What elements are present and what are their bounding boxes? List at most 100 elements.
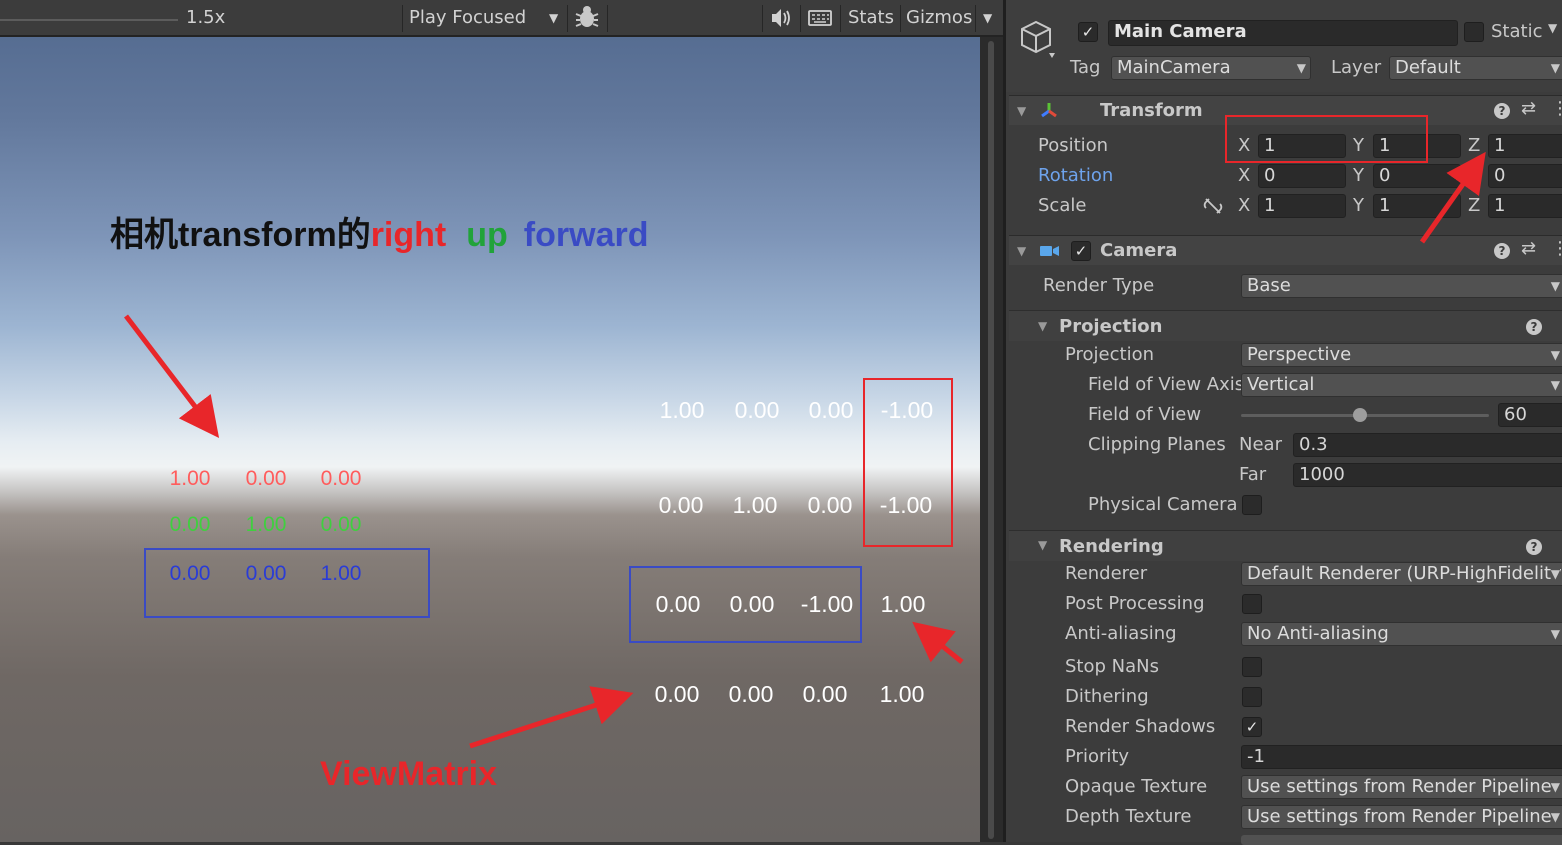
gameobject-cube-icon — [1016, 16, 1056, 66]
priority-field[interactable]: -1 — [1241, 745, 1562, 769]
camera-header[interactable]: ▼ ✓ Camera ? ⇄ ⋮ — [1009, 235, 1562, 265]
clipping-planes-label: Clipping Planes — [1088, 434, 1226, 455]
help-icon[interactable]: ? — [1494, 243, 1510, 259]
scale-slider[interactable] — [0, 19, 178, 21]
stop-nans-checkbox[interactable] — [1242, 657, 1262, 677]
viewmatrix-label: ViewMatrix — [320, 755, 498, 793]
presets-icon[interactable]: ⇄ — [1521, 238, 1536, 259]
fov-value-field[interactable]: 60 — [1498, 403, 1562, 427]
view-matrix-cell: 1.00 — [880, 591, 926, 617]
chevron-down-icon: ▼ — [1550, 348, 1560, 362]
foldout-arrow-icon[interactable]: ▼ — [1038, 319, 1047, 333]
anti-aliasing-label: Anti-aliasing — [1065, 623, 1177, 644]
opaque-texture-value: Use settings from Render Pipeline — [1247, 776, 1552, 797]
transform-icon — [1039, 101, 1059, 125]
position-highlight-box — [1225, 115, 1428, 163]
scrollbar-thumb[interactable] — [988, 41, 994, 839]
kebab-menu-icon[interactable]: ⋮ — [1551, 238, 1562, 259]
chevron-down-icon: ▼ — [1550, 378, 1560, 392]
priority-label: Priority — [1065, 746, 1130, 767]
static-dropdown-icon[interactable]: ▼ — [1548, 21, 1557, 35]
view-matrix-cell: 0.00 — [807, 492, 853, 518]
up-y: 1.00 — [245, 513, 287, 536]
tag-dropdown[interactable]: MainCamera ▼ — [1111, 56, 1311, 80]
toolbar-divider — [762, 5, 763, 32]
active-checkbox[interactable]: ✓ — [1078, 22, 1098, 42]
game-view-scrollbar[interactable] — [980, 37, 1003, 842]
mute-audio-icon[interactable] — [768, 0, 796, 35]
axis-x-label: X — [1238, 195, 1251, 216]
object-name-field[interactable]: Main Camera — [1108, 20, 1458, 46]
rendering-section-header[interactable]: ▼ Rendering ? ⋮ — [1009, 530, 1562, 561]
layer-label: Layer — [1331, 57, 1382, 78]
toolbar-divider — [900, 5, 901, 32]
transform-title: Transform — [1100, 100, 1203, 121]
stats-button[interactable]: Stats — [848, 0, 894, 35]
post-processing-label: Post Processing — [1065, 593, 1205, 614]
gizmos-dropdown-icon[interactable]: ▼ — [983, 0, 992, 35]
opaque-texture-dropdown[interactable]: Use settings from Render Pipeline ▼ — [1241, 775, 1562, 799]
presets-icon[interactable]: ⇄ — [1521, 98, 1536, 119]
renderer-dropdown[interactable]: Default Renderer (URP-HighFidelity) ▼ — [1241, 562, 1562, 586]
fov-axis-label: Field of View Axis — [1088, 374, 1245, 395]
help-icon[interactable]: ? — [1526, 319, 1542, 335]
camera-icon — [1039, 243, 1061, 263]
view-matrix-cell: 0.00 — [658, 492, 704, 518]
scale-y-field[interactable]: 1 — [1373, 194, 1461, 218]
render-shadows-checkbox[interactable]: ✓ — [1242, 717, 1262, 737]
foldout-arrow-icon[interactable]: ▼ — [1017, 104, 1026, 118]
unlinked-scale-icon[interactable] — [1202, 196, 1224, 220]
opaque-texture-label: Opaque Texture — [1065, 776, 1208, 797]
fov-axis-dropdown[interactable]: Vertical ▼ — [1241, 373, 1562, 397]
post-processing-checkbox[interactable] — [1242, 594, 1262, 614]
projection-section-header[interactable]: ▼ Projection ? — [1009, 310, 1562, 341]
keyboard-icon[interactable] — [806, 0, 836, 35]
tag-label: Tag — [1070, 57, 1101, 78]
dithering-checkbox[interactable] — [1242, 687, 1262, 707]
gizmos-button[interactable]: Gizmos — [906, 0, 972, 35]
game-viewport[interactable]: 相机transform的right up forward 1.00 0.00 0.0… — [0, 37, 980, 842]
near-field[interactable]: 0.3 — [1293, 433, 1562, 457]
bug-icon[interactable] — [572, 0, 606, 35]
tag-value: MainCamera — [1117, 57, 1231, 78]
render-type-label: Render Type — [1043, 275, 1155, 296]
projection-dropdown[interactable]: Perspective ▼ — [1241, 343, 1562, 367]
foldout-arrow-icon[interactable]: ▼ — [1038, 538, 1047, 552]
anti-aliasing-dropdown[interactable]: No Anti-aliasing ▼ — [1241, 622, 1562, 646]
chevron-down-icon: ▼ — [1296, 61, 1306, 75]
play-mode-dropdown[interactable]: Play Focused ▼ — [403, 0, 565, 35]
physical-camera-checkbox[interactable] — [1242, 495, 1262, 515]
rotation-x-field[interactable]: 0 — [1258, 164, 1346, 188]
scale-z-field[interactable]: 1 — [1488, 194, 1562, 218]
help-icon[interactable]: ? — [1526, 539, 1542, 555]
rotation-z-field[interactable]: 0 — [1488, 164, 1562, 188]
toolbar-divider — [800, 5, 801, 32]
scale-x-field[interactable]: 1 — [1258, 194, 1346, 218]
far-field[interactable]: 1000 — [1293, 463, 1562, 487]
scale-value: 1.5x — [186, 7, 226, 28]
right-y: 0.00 — [245, 467, 287, 490]
next-dropdown-partial[interactable] — [1241, 835, 1562, 845]
chevron-down-icon: ▼ — [1550, 780, 1560, 794]
chevron-down-icon: ▼ — [1550, 563, 1560, 585]
view-matrix-cell: 0.00 — [808, 397, 854, 423]
camera-enabled-checkbox[interactable]: ✓ — [1071, 241, 1091, 261]
fov-slider-thumb[interactable] — [1353, 408, 1368, 422]
kebab-menu-icon[interactable]: ⋮ — [1554, 533, 1562, 554]
render-type-dropdown[interactable]: Base ▼ — [1241, 274, 1562, 298]
view-matrix-cell: 0.00 — [734, 397, 780, 423]
foldout-arrow-icon[interactable]: ▼ — [1017, 244, 1026, 258]
view-row-highlight-box — [629, 566, 862, 643]
position-z-field[interactable]: 1 — [1488, 134, 1562, 158]
physical-camera-label: Physical Camera — [1088, 494, 1238, 515]
game-view-toolbar: 1.5x Play Focused ▼ Stats Gizmos ▼ — [0, 0, 1003, 37]
depth-texture-dropdown[interactable]: Use settings from Render Pipeline ▼ — [1241, 805, 1562, 829]
help-icon[interactable]: ? — [1494, 103, 1510, 119]
rotation-y-field[interactable]: 0 — [1373, 164, 1461, 188]
static-checkbox[interactable] — [1464, 22, 1484, 42]
axis-x-label: X — [1238, 165, 1251, 186]
layer-dropdown[interactable]: Default ▼ — [1389, 56, 1562, 80]
kebab-menu-icon[interactable]: ⋮ — [1551, 98, 1562, 119]
camera-title: Camera — [1100, 240, 1178, 261]
annotation-heading: 相机transform的right up forward — [110, 207, 648, 256]
